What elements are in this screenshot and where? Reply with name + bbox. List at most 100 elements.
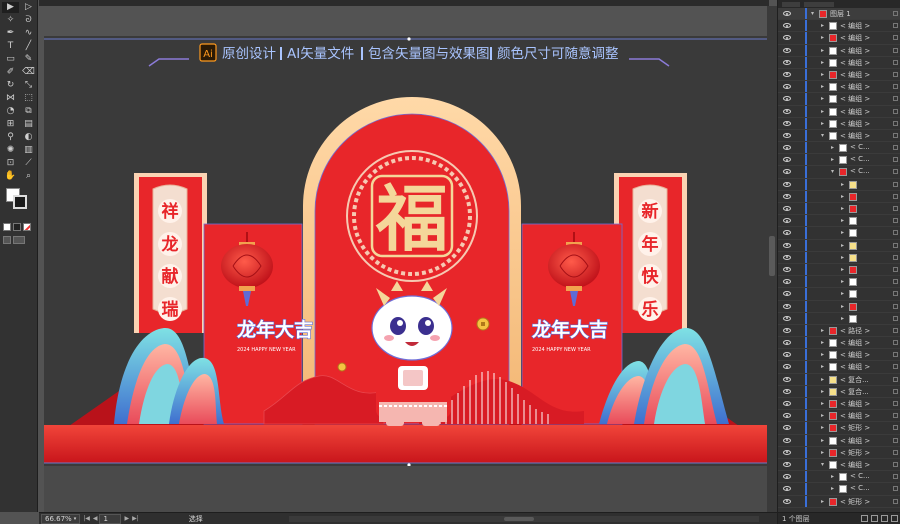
target-circle-icon[interactable] — [893, 84, 898, 90]
canvas[interactable]: Ai 原创设计 AI矢量文件 包含矢量图与效果图 颜色尺寸可随意调整 祥 龙 献… — [39, 6, 767, 512]
visibility-eye-icon[interactable] — [783, 108, 791, 114]
perspective-grid-tool-icon[interactable]: ⧉ — [20, 106, 37, 117]
visibility-eye-icon[interactable] — [783, 84, 791, 90]
expand-arrow-icon[interactable]: ▸ — [821, 47, 824, 54]
screen-mode-icon[interactable] — [13, 236, 25, 244]
layer-row[interactable]: ▾ 图层 1 — [778, 8, 900, 21]
visibility-eye-icon[interactable] — [783, 291, 791, 297]
last-artboard-icon[interactable]: ▶| — [132, 515, 139, 522]
target-circle-icon[interactable] — [893, 291, 898, 297]
scale-tool-icon[interactable]: ⤡ — [20, 80, 37, 91]
visibility-eye-icon[interactable] — [783, 303, 791, 309]
target-circle-icon[interactable] — [893, 303, 898, 309]
shaper-tool-icon[interactable]: ✐ — [2, 67, 19, 78]
target-circle-icon[interactable] — [893, 437, 898, 443]
target-circle-icon[interactable] — [893, 352, 898, 358]
layer-row[interactable]: ▸ — [778, 190, 900, 203]
collapse-arrow-icon[interactable]: ▾ — [831, 168, 834, 175]
layer-row[interactable]: ▸ < 编组 > — [778, 410, 900, 423]
target-circle-icon[interactable] — [893, 315, 898, 321]
vertical-scrollbar[interactable] — [767, 6, 777, 512]
symbol-sprayer-tool-icon[interactable]: ✺ — [2, 145, 19, 156]
visibility-eye-icon[interactable] — [783, 11, 791, 16]
target-circle-icon[interactable] — [893, 254, 898, 260]
layer-row[interactable]: ▸ < 复合... — [778, 373, 900, 386]
visibility-eye-icon[interactable] — [783, 181, 791, 187]
layer-row[interactable]: ▸ < 编组 > — [778, 81, 900, 94]
expand-arrow-icon[interactable]: ▸ — [831, 485, 834, 492]
target-circle-icon[interactable] — [893, 340, 898, 346]
expand-arrow-icon[interactable]: ▸ — [821, 59, 824, 66]
target-circle-icon[interactable] — [893, 486, 898, 492]
visibility-eye-icon[interactable] — [783, 315, 791, 321]
expand-arrow-icon[interactable]: ▸ — [821, 400, 824, 407]
expand-arrow-icon[interactable]: ▸ — [821, 83, 824, 90]
artwork[interactable]: Ai 原创设计 AI矢量文件 包含矢量图与效果图 颜色尺寸可随意调整 祥 龙 献… — [39, 6, 767, 512]
curvature-tool-icon[interactable]: ∿ — [20, 28, 37, 39]
layer-row[interactable]: ▸ < C... — [778, 471, 900, 484]
expand-arrow-icon[interactable]: ▸ — [821, 363, 824, 370]
visibility-eye-icon[interactable] — [783, 352, 791, 358]
target-circle-icon[interactable] — [893, 364, 898, 370]
target-circle-icon[interactable] — [893, 474, 898, 480]
visibility-eye-icon[interactable] — [783, 157, 791, 163]
horizontal-scrollbar[interactable] — [289, 516, 759, 522]
target-circle-icon[interactable] — [893, 71, 898, 77]
expand-arrow-icon[interactable]: ▸ — [841, 205, 844, 212]
visibility-eye-icon[interactable] — [783, 461, 791, 467]
layer-row[interactable]: ▸ — [778, 239, 900, 252]
new-sublayer-icon[interactable] — [871, 515, 878, 522]
stroke-swatch[interactable] — [13, 195, 27, 209]
new-layer-icon[interactable] — [881, 515, 888, 522]
expand-arrow-icon[interactable]: ▸ — [821, 71, 824, 78]
visibility-eye-icon[interactable] — [783, 71, 791, 77]
visibility-eye-icon[interactable] — [783, 218, 791, 224]
visibility-eye-icon[interactable] — [783, 279, 791, 285]
target-circle-icon[interactable] — [893, 23, 898, 29]
magic-wand-tool-icon[interactable]: ✧ — [2, 15, 19, 26]
target-circle-icon[interactable] — [893, 449, 898, 455]
visibility-eye-icon[interactable] — [783, 327, 791, 333]
expand-arrow-icon[interactable]: ▸ — [821, 120, 824, 127]
layer-row[interactable]: ▸ < 编组 > — [778, 68, 900, 82]
target-circle-icon[interactable] — [893, 498, 898, 504]
layer-row[interactable]: ▸ < 编组 > — [778, 93, 900, 106]
layer-row[interactable]: ▸ < 路径 > — [778, 324, 900, 338]
visibility-eye-icon[interactable] — [783, 59, 791, 65]
expand-arrow-icon[interactable]: ▸ — [821, 327, 824, 334]
mesh-tool-icon[interactable]: ⊞ — [2, 119, 19, 130]
draw-mode-icon[interactable] — [3, 236, 11, 244]
target-circle-icon[interactable] — [893, 388, 898, 394]
expand-arrow-icon[interactable]: ▸ — [841, 181, 844, 188]
target-circle-icon[interactable] — [893, 230, 898, 236]
target-circle-icon[interactable] — [893, 169, 898, 175]
target-circle-icon[interactable] — [893, 425, 898, 431]
target-circle-icon[interactable] — [893, 413, 898, 419]
expand-arrow-icon[interactable]: ▸ — [841, 290, 844, 297]
expand-arrow-icon[interactable]: ▸ — [821, 95, 824, 102]
target-circle-icon[interactable] — [893, 157, 898, 163]
collapse-arrow-icon[interactable]: ▾ — [821, 132, 824, 139]
expand-arrow-icon[interactable]: ▸ — [821, 437, 824, 444]
layer-row[interactable]: ▸ — [778, 215, 900, 228]
expand-arrow-icon[interactable]: ▸ — [841, 217, 844, 224]
target-circle-icon[interactable] — [893, 108, 898, 114]
width-tool-icon[interactable]: ⋈ — [2, 93, 19, 104]
expand-arrow-icon[interactable]: ▸ — [821, 108, 824, 115]
layer-row[interactable]: ▸ < C... — [778, 154, 900, 167]
pen-tool-icon[interactable]: ✒ — [2, 28, 19, 39]
expand-arrow-icon[interactable]: ▸ — [821, 351, 824, 358]
expand-arrow-icon[interactable]: ▸ — [821, 339, 824, 346]
free-transform-tool-icon[interactable]: ⬚ — [20, 93, 37, 104]
layer-row[interactable]: ▾ < C... — [778, 166, 900, 179]
layer-row[interactable]: ▸ < 编组 > — [778, 32, 900, 45]
layer-row[interactable]: ▸ — [778, 203, 900, 216]
expand-arrow-icon[interactable]: ▸ — [821, 412, 824, 419]
column-graph-tool-icon[interactable]: ▥ — [20, 145, 37, 156]
target-circle-icon[interactable] — [893, 120, 898, 126]
expand-arrow-icon[interactable]: ▸ — [821, 449, 824, 456]
visibility-eye-icon[interactable] — [783, 437, 791, 443]
zoom-field[interactable]: 66.67% ▾ — [41, 513, 81, 524]
expand-arrow-icon[interactable]: ▸ — [841, 193, 844, 200]
expand-arrow-icon[interactable]: ▸ — [831, 156, 834, 163]
